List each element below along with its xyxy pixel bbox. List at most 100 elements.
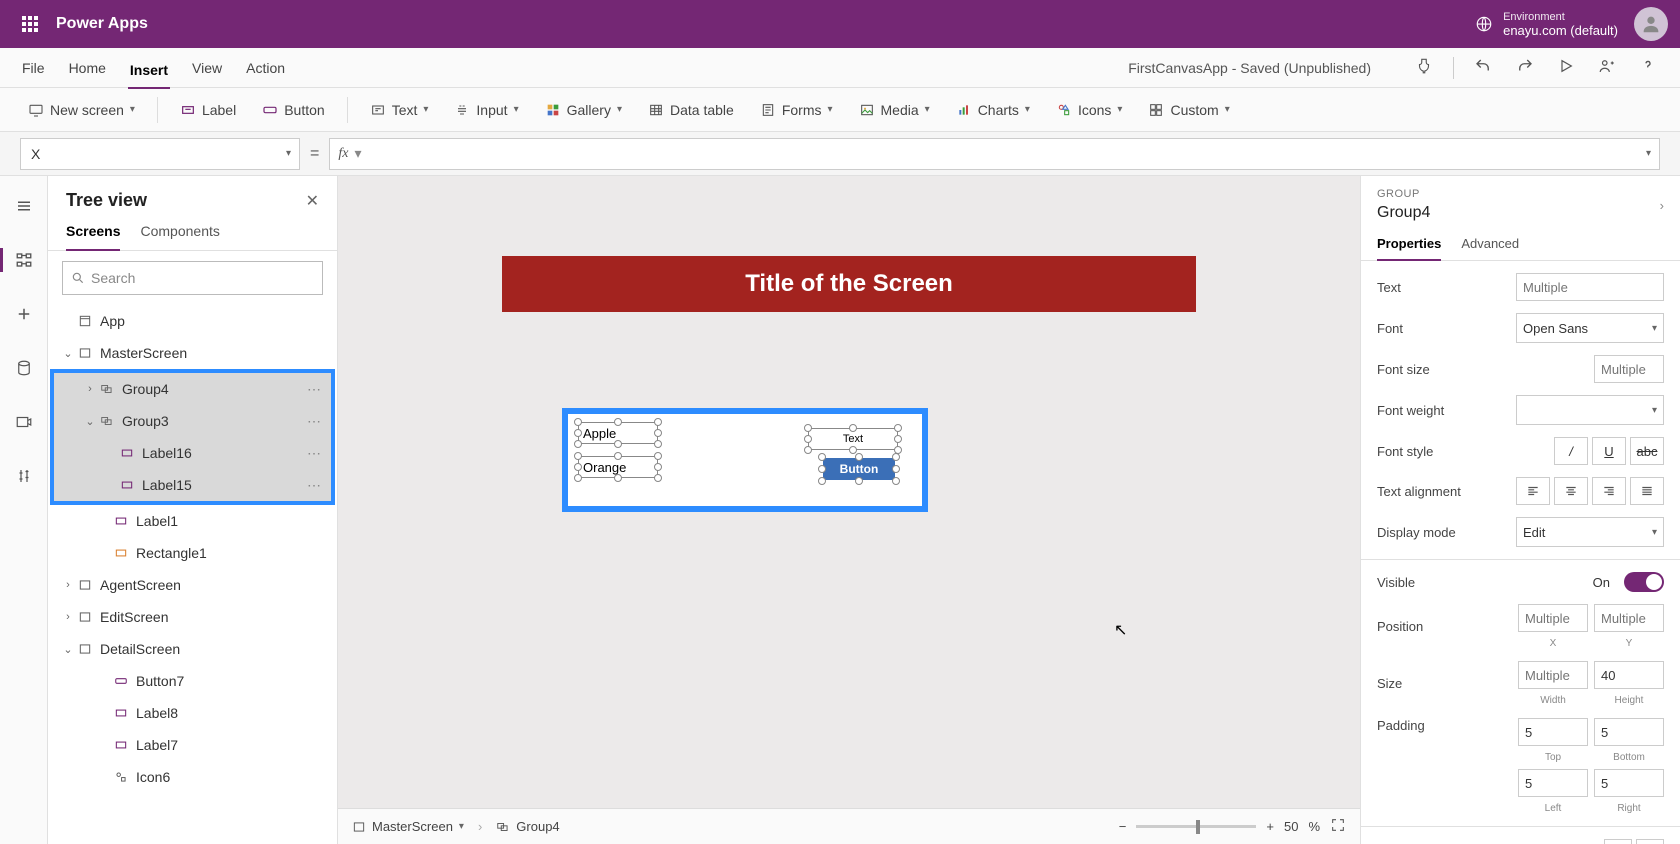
more-icon[interactable]: ⋯ bbox=[307, 381, 323, 398]
menu-insert[interactable]: Insert bbox=[128, 58, 170, 89]
canvas-label-orange[interactable]: Orange bbox=[578, 456, 658, 478]
align-center-button[interactable] bbox=[1554, 477, 1588, 505]
menu-action[interactable]: Action bbox=[244, 56, 287, 80]
canvas-label-text[interactable]: Text bbox=[808, 428, 898, 450]
insert-media-menu[interactable]: Media▾ bbox=[851, 98, 938, 122]
fit-to-window-icon[interactable] bbox=[1330, 817, 1346, 836]
tree-node-label7[interactable]: Label7 bbox=[48, 729, 337, 761]
status-selection[interactable]: Group4 bbox=[496, 819, 559, 834]
canvas-button-preview[interactable]: Button bbox=[823, 458, 895, 480]
insert-custom-menu[interactable]: Custom▾ bbox=[1140, 98, 1237, 122]
canvas-title-banner[interactable]: Title of the Screen bbox=[502, 256, 1196, 312]
prop-visible-toggle[interactable] bbox=[1624, 572, 1664, 592]
tab-components[interactable]: Components bbox=[140, 223, 219, 250]
tree-node-rectangle1[interactable]: Rectangle1 bbox=[48, 537, 337, 569]
close-icon[interactable]: ✕ bbox=[306, 191, 319, 211]
tree-node-label8[interactable]: Label8 bbox=[48, 697, 337, 729]
prop-padright-input[interactable] bbox=[1594, 769, 1664, 797]
input-icon bbox=[454, 102, 470, 118]
insert-forms-menu[interactable]: Forms▾ bbox=[752, 98, 841, 122]
formula-input[interactable]: fx ▾ ▾ bbox=[329, 138, 1660, 170]
prop-font-select[interactable]: Open Sans▾ bbox=[1516, 313, 1664, 343]
prop-text-input[interactable] bbox=[1516, 273, 1664, 301]
prop-displaymode-select[interactable]: Edit▾ bbox=[1516, 517, 1664, 547]
rail-media-icon[interactable] bbox=[8, 406, 40, 438]
props-tab-properties[interactable]: Properties bbox=[1377, 236, 1441, 261]
environment-selector[interactable]: Environment enayu.com (default) bbox=[1475, 11, 1618, 38]
tree-node-masterscreen[interactable]: ⌄ MasterScreen bbox=[48, 337, 337, 369]
fill-color-button[interactable] bbox=[1636, 839, 1664, 844]
prop-height-input[interactable] bbox=[1594, 661, 1664, 689]
rail-insert-icon[interactable] bbox=[8, 298, 40, 330]
rail-hamburger-icon[interactable] bbox=[8, 190, 40, 222]
align-right-button[interactable] bbox=[1592, 477, 1626, 505]
tree-search-input[interactable]: Search bbox=[62, 261, 323, 295]
app-launcher-icon[interactable] bbox=[12, 6, 48, 42]
tree-node-app[interactable]: App bbox=[48, 305, 337, 337]
tree-node-detailscreen[interactable]: ⌄ DetailScreen bbox=[48, 633, 337, 665]
strikethrough-button[interactable]: abc bbox=[1630, 437, 1664, 465]
canvas-label-apple[interactable]: Apple bbox=[578, 422, 658, 444]
underline-button[interactable]: U bbox=[1592, 437, 1626, 465]
more-icon[interactable]: ⋯ bbox=[307, 477, 323, 494]
props-tab-advanced[interactable]: Advanced bbox=[1461, 236, 1519, 260]
new-screen-button[interactable]: New screen▾ bbox=[20, 98, 143, 122]
canvas-group-selection[interactable]: Apple Orange Text Button bbox=[562, 408, 928, 512]
label-icon bbox=[118, 446, 136, 460]
tree-view-title: Tree view bbox=[66, 190, 306, 211]
prop-padleft-input[interactable] bbox=[1518, 769, 1588, 797]
align-left-button[interactable] bbox=[1516, 477, 1550, 505]
menu-view[interactable]: View bbox=[190, 56, 224, 80]
font-color-button[interactable]: A bbox=[1604, 839, 1632, 844]
prop-width-input[interactable] bbox=[1518, 661, 1588, 689]
tree-node-editscreen[interactable]: › EditScreen bbox=[48, 601, 337, 633]
rail-tools-icon[interactable] bbox=[8, 460, 40, 492]
zoom-slider[interactable] bbox=[1136, 825, 1256, 828]
tab-screens[interactable]: Screens bbox=[66, 223, 120, 251]
tree-node-agentscreen[interactable]: › AgentScreen bbox=[48, 569, 337, 601]
undo-icon[interactable] bbox=[1470, 53, 1496, 82]
tree-node-button7[interactable]: Button7 bbox=[48, 665, 337, 697]
tree-node-label16[interactable]: Label16 ⋯ bbox=[54, 437, 331, 469]
insert-charts-menu[interactable]: Charts▾ bbox=[948, 98, 1038, 122]
zoom-in-button[interactable]: + bbox=[1266, 819, 1274, 834]
property-selector[interactable]: X ▾ bbox=[20, 138, 300, 170]
align-justify-button[interactable] bbox=[1630, 477, 1664, 505]
canvas-screen-preview[interactable]: Title of the Screen Apple Orange Text bbox=[502, 256, 1196, 646]
menu-home[interactable]: Home bbox=[67, 56, 108, 80]
charts-icon bbox=[956, 102, 972, 118]
status-screen-selector[interactable]: MasterScreen ▾ bbox=[352, 819, 464, 834]
insert-gallery-menu[interactable]: Gallery▾ bbox=[537, 98, 630, 122]
share-icon[interactable] bbox=[1594, 53, 1620, 82]
menu-file[interactable]: File bbox=[20, 56, 47, 80]
italic-button[interactable]: / bbox=[1554, 437, 1588, 465]
rail-tree-view-icon[interactable] bbox=[8, 244, 40, 276]
tree-node-group3[interactable]: ⌄ Group3 ⋯ bbox=[54, 405, 331, 437]
tree-node-label15[interactable]: Label15 ⋯ bbox=[54, 469, 331, 501]
prop-x-input[interactable] bbox=[1518, 604, 1588, 632]
more-icon[interactable]: ⋯ bbox=[307, 445, 323, 462]
user-avatar[interactable] bbox=[1634, 7, 1668, 41]
insert-button-button[interactable]: Button bbox=[254, 98, 332, 122]
more-icon[interactable]: ⋯ bbox=[307, 413, 323, 430]
tree-node-icon6[interactable]: Icon6 bbox=[48, 761, 337, 793]
tree-node-label1[interactable]: Label1 bbox=[48, 505, 337, 537]
insert-label-button[interactable]: Label bbox=[172, 98, 244, 122]
rail-data-icon[interactable] bbox=[8, 352, 40, 384]
prop-padbottom-input[interactable] bbox=[1594, 718, 1664, 746]
zoom-out-button[interactable]: − bbox=[1119, 819, 1127, 834]
prop-fontsize-input[interactable] bbox=[1594, 355, 1664, 383]
insert-text-menu[interactable]: Text▾ bbox=[362, 98, 437, 122]
chevron-right-icon[interactable]: › bbox=[1660, 198, 1664, 213]
redo-icon[interactable] bbox=[1512, 53, 1538, 82]
insert-datatable-button[interactable]: Data table bbox=[640, 98, 742, 122]
help-icon[interactable] bbox=[1636, 52, 1660, 83]
prop-fontweight-select[interactable]: ▾ bbox=[1516, 395, 1664, 425]
insert-icons-menu[interactable]: Icons▾ bbox=[1048, 98, 1131, 122]
prop-y-input[interactable] bbox=[1594, 604, 1664, 632]
insert-input-menu[interactable]: Input▾ bbox=[446, 98, 526, 122]
tree-node-group4[interactable]: › Group4 ⋯ bbox=[54, 373, 331, 405]
prop-padtop-input[interactable] bbox=[1518, 718, 1588, 746]
play-icon[interactable] bbox=[1554, 54, 1578, 81]
app-checker-icon[interactable] bbox=[1411, 53, 1437, 82]
